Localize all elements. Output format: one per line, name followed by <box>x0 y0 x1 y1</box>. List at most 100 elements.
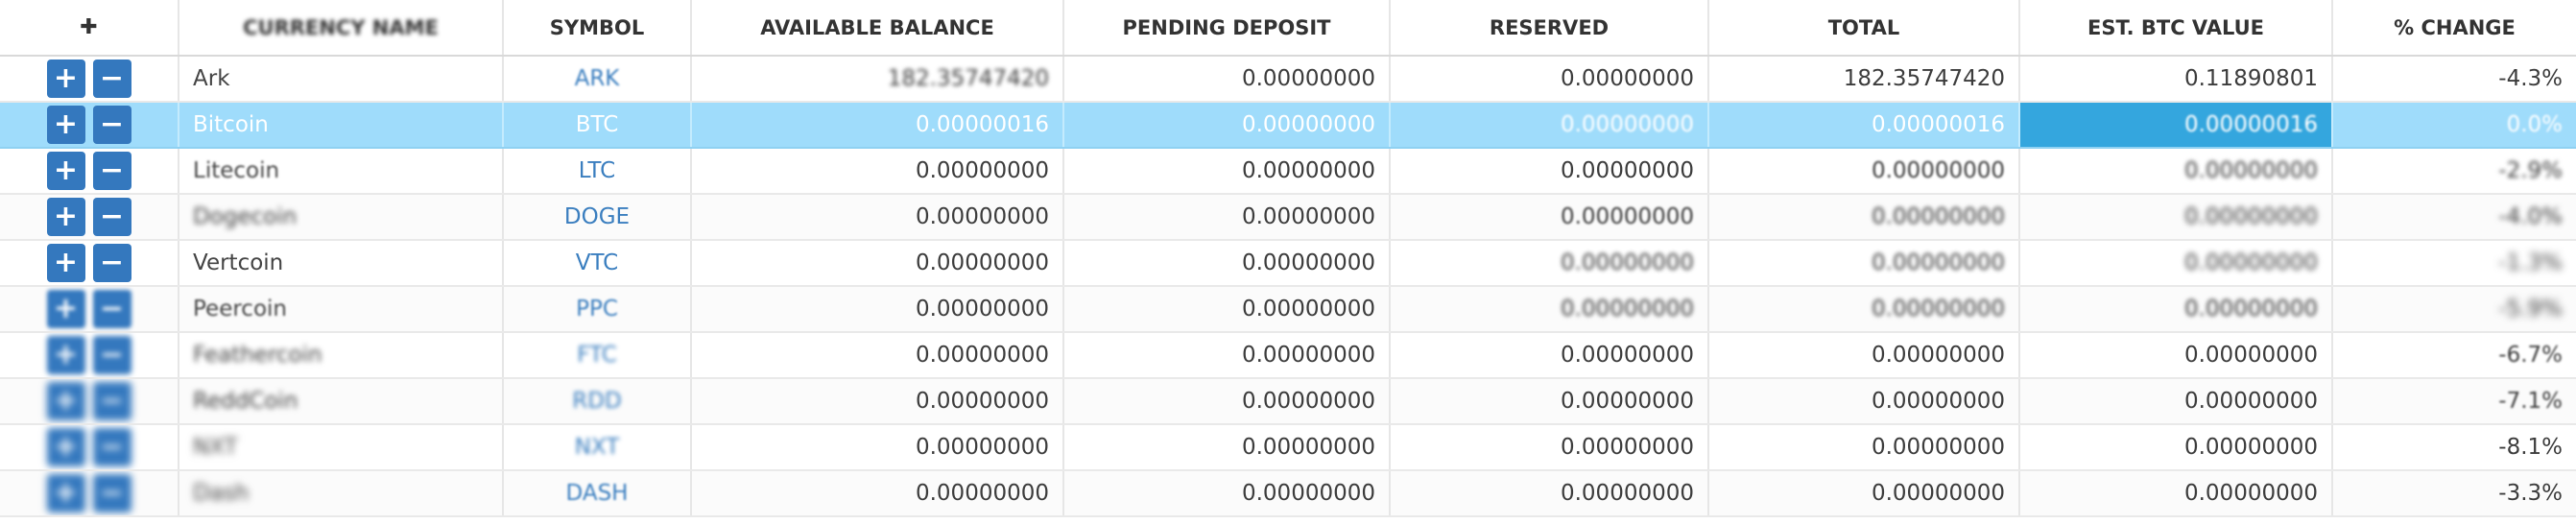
deposit-button[interactable]: + <box>46 382 85 420</box>
symbol-text[interactable]: NXT <box>575 435 620 460</box>
currency-symbol-link[interactable]: DOGE <box>503 194 692 241</box>
percent-change-value: -5.9% <box>2498 297 2563 322</box>
currency-name-text: NXT <box>193 435 238 460</box>
withdraw-button[interactable]: − <box>92 290 131 328</box>
est-btc-value-text: 0.00000000 <box>2183 250 2318 275</box>
reserved: 0.00000000 <box>1390 424 1709 471</box>
table-row[interactable]: + − Litecoin LTC 0.00000000 0.00000000 0.… <box>0 148 2576 195</box>
symbol-text[interactable]: FTC <box>577 343 617 368</box>
deposit-button[interactable]: + <box>46 152 85 190</box>
row-actions: + − <box>0 378 179 425</box>
withdraw-button[interactable]: − <box>92 152 131 190</box>
column-header-reserved[interactable]: RESERVED <box>1390 0 1709 57</box>
pending-deposit: 0.00000000 <box>1063 194 1391 241</box>
withdraw-button[interactable]: − <box>92 244 131 282</box>
symbol-text[interactable]: DASH <box>566 481 629 506</box>
est-btc-value: 0.00000000 <box>2019 286 2333 333</box>
table-row[interactable]: + − Dogecoin DOGE 0.00000000 0.00000000 0… <box>0 194 2576 241</box>
table-row[interactable]: + − Feathercoin FTC 0.00000000 0.00000000… <box>0 332 2576 379</box>
percent-change: -4.0% <box>2332 194 2576 241</box>
column-header-currency-name[interactable]: CURRENCY NAME <box>179 0 504 57</box>
actions-header[interactable]: ✚ <box>0 0 179 57</box>
deposit-button[interactable]: + <box>46 428 85 466</box>
plus-icon[interactable]: ✚ <box>80 15 97 39</box>
deposit-button[interactable]: + <box>46 336 85 374</box>
currency-name: NXT <box>179 424 504 471</box>
est-btc-value: 0.00000000 <box>2019 194 2333 241</box>
total: 0.00000000 <box>1708 240 2020 287</box>
withdraw-button[interactable]: − <box>92 336 131 374</box>
currency-symbol-link[interactable]: RDD <box>503 378 692 425</box>
pending-deposit: 0.00000000 <box>1063 378 1391 425</box>
withdraw-button[interactable]: − <box>92 382 131 420</box>
table-row[interactable]: + − NXT NXT 0.00000000 0.00000000 0.00000… <box>0 424 2576 471</box>
pending-deposit: 0.00000000 <box>1063 470 1391 517</box>
deposit-button[interactable]: + <box>46 60 85 98</box>
column-header-est-btc-value[interactable]: EST. BTC VALUE <box>2019 0 2333 57</box>
column-header-pending-deposit[interactable]: PENDING DEPOSIT <box>1063 0 1391 57</box>
reserved: 0.00000000 <box>1390 56 1709 103</box>
currency-name: ReddCoin <box>179 378 504 425</box>
reserved: 0.00000000 <box>1390 148 1709 195</box>
table-row[interactable]: + − Vertcoin VTC 0.00000000 0.00000000 0.… <box>0 240 2576 287</box>
currency-symbol-link[interactable]: NXT <box>503 424 692 471</box>
column-header-total[interactable]: TOTAL <box>1708 0 2020 57</box>
table-row[interactable]: + − ReddCoin RDD 0.00000000 0.00000000 0.… <box>0 378 2576 425</box>
currency-name: Dash <box>179 470 504 517</box>
deposit-button[interactable]: + <box>46 290 85 328</box>
currency-name-text: Feathercoin <box>193 343 322 368</box>
currency-name-text: ReddCoin <box>193 389 298 414</box>
currency-symbol-link[interactable]: BTC <box>503 102 692 149</box>
row-actions: + − <box>0 470 179 517</box>
deposit-button[interactable]: + <box>46 474 85 512</box>
symbol-text[interactable]: RDD <box>572 389 621 414</box>
pending-deposit: 0.00000000 <box>1063 424 1391 471</box>
percent-change: -7.1% <box>2332 378 2576 425</box>
percent-change: 0.0% <box>2332 102 2576 149</box>
total: 0.00000000 <box>1708 148 2020 195</box>
available-balance: 0.00000000 <box>691 470 1064 517</box>
est-btc-value: 0.11890801 <box>2019 56 2333 103</box>
currency-symbol-link[interactable]: VTC <box>503 240 692 287</box>
total: 0.00000000 <box>1708 470 2020 517</box>
withdraw-button[interactable]: − <box>92 198 131 236</box>
est-btc-value: 0.00000000 <box>2019 378 2333 425</box>
symbol-text[interactable]: ARK <box>575 66 620 91</box>
symbol-text[interactable]: PPC <box>576 297 618 322</box>
currency-symbol-link[interactable]: PPC <box>503 286 692 333</box>
total-value: 0.00000000 <box>1871 250 2005 275</box>
deposit-button[interactable]: + <box>46 198 85 236</box>
row-actions: + − <box>0 286 179 333</box>
currency-name: Litecoin <box>179 148 504 195</box>
currency-symbol-link[interactable]: FTC <box>503 332 692 379</box>
deposit-button[interactable]: + <box>46 106 85 144</box>
column-header-available-balance[interactable]: AVAILABLE BALANCE <box>691 0 1064 57</box>
column-header-percent-change[interactable]: % CHANGE <box>2332 0 2576 57</box>
currency-symbol-link[interactable]: LTC <box>503 148 692 195</box>
withdraw-button[interactable]: − <box>92 428 131 466</box>
percent-change-value: -6.7% <box>2498 343 2563 368</box>
available-balance: 0.00000000 <box>691 332 1064 379</box>
table-row[interactable]: + − Ark ARK 182.35747420 0.00000000 0.000… <box>0 56 2576 103</box>
est-btc-value: 0.00000000 <box>2019 240 2333 287</box>
table-row-selected[interactable]: + − Bitcoin BTC 0.00000016 0.00000000 0.0… <box>0 102 2576 149</box>
currency-symbol-link[interactable]: ARK <box>503 56 692 103</box>
pending-deposit: 0.00000000 <box>1063 148 1391 195</box>
currency-symbol-link[interactable]: DASH <box>503 470 692 517</box>
table-row[interactable]: + − Peercoin PPC 0.00000000 0.00000000 0.… <box>0 286 2576 333</box>
available-balance: 182.35747420 <box>691 56 1064 103</box>
available-balance: 0.00000000 <box>691 194 1064 241</box>
withdraw-button[interactable]: − <box>92 474 131 512</box>
est-btc-value-text: 0.00000000 <box>2183 297 2318 322</box>
row-actions: + − <box>0 148 179 195</box>
withdraw-button[interactable]: − <box>92 60 131 98</box>
currency-name-text: Dogecoin <box>193 204 298 229</box>
reserved-value: 0.00000000 <box>1560 204 1694 229</box>
currency-name-text: Litecoin <box>193 158 280 183</box>
est-btc-value: 0.00000000 <box>2019 148 2333 195</box>
deposit-button[interactable]: + <box>46 244 85 282</box>
table-row[interactable]: + − Dash DASH 0.00000000 0.00000000 0.000… <box>0 470 2576 517</box>
withdraw-button[interactable]: − <box>92 106 131 144</box>
reserved: 0.00000000 <box>1390 286 1709 333</box>
column-header-symbol[interactable]: SYMBOL <box>503 0 692 57</box>
